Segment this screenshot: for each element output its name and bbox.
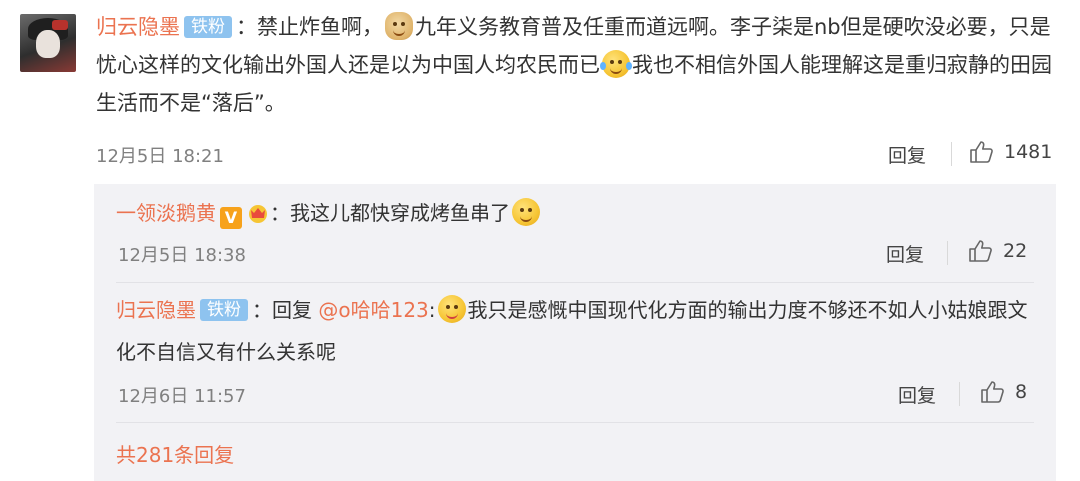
- reply-button[interactable]: 回复: [886, 240, 924, 267]
- like-count: 1481: [1004, 141, 1053, 163]
- action-divider: [951, 142, 952, 166]
- fan-badge[interactable]: 铁粉: [200, 299, 248, 321]
- reply-button[interactable]: 回复: [898, 381, 936, 408]
- vip-icon[interactable]: V: [220, 207, 242, 229]
- comment-timestamp: 12月5日 18:21: [96, 146, 224, 167]
- replies-panel: 一领淡鹅黄 V ：我这儿都快穿成烤鱼串了 12月5日 18:38 回复 22 归云…: [94, 184, 1056, 481]
- like-count: 8: [1015, 381, 1028, 403]
- colon-separator: ：: [252, 298, 272, 322]
- comment-body: 归云隐墨 铁粉 ：禁止炸鱼啊， 九年义务教育普及任重而道远啊。李子柒是nb但是硬吹没必…: [96, 8, 1056, 122]
- reply-username[interactable]: 一领淡鹅黄: [116, 201, 216, 225]
- doge-emoji-icon: [385, 12, 413, 40]
- like-button[interactable]: 1481: [968, 139, 1052, 165]
- thumbs-up-icon: [969, 240, 992, 262]
- reply-divider: [116, 282, 1034, 283]
- reply-timestamp: 12月6日 11:57: [118, 386, 246, 407]
- colon-separator: ：: [270, 201, 290, 225]
- reply-divider: [116, 422, 1034, 423]
- reply-username[interactable]: 归云隐墨: [116, 298, 196, 322]
- smile-emoji-icon: [512, 198, 540, 226]
- action-divider: [959, 382, 960, 406]
- comment-text-part1: 禁止炸鱼啊，: [257, 15, 383, 39]
- like-button[interactable]: 22: [967, 238, 1027, 264]
- crown-icon[interactable]: [246, 197, 270, 223]
- thumbs-up-icon: [970, 141, 993, 163]
- like-count: 22: [1003, 240, 1028, 262]
- action-divider: [947, 241, 948, 265]
- reply-body: 归云隐墨 铁粉 ：回复 @o哈哈123: 我只是感慨中国现代化方面的输出力度不够还不如…: [116, 289, 1036, 373]
- laugh-cry-emoji-icon: [600, 50, 632, 78]
- like-button[interactable]: 8: [979, 379, 1027, 405]
- colon-separator: ：: [236, 15, 257, 39]
- reply-text: 我这儿都快穿成烤鱼串了: [290, 201, 510, 225]
- mention-colon: :: [428, 298, 436, 322]
- comment-username[interactable]: 归云隐墨: [96, 15, 180, 39]
- mention-link[interactable]: @o哈哈123: [318, 298, 428, 322]
- thumbs-up-icon: [981, 381, 1004, 403]
- reply-body: 一领淡鹅黄 V ：我这儿都快穿成烤鱼串了: [116, 192, 1036, 234]
- hungry-emoji-icon: [437, 295, 466, 323]
- reply-button[interactable]: 回复: [888, 141, 926, 168]
- avatar[interactable]: [20, 14, 76, 72]
- reply-prefix: 回复: [272, 298, 312, 322]
- fan-badge[interactable]: 铁粉: [184, 16, 232, 38]
- reply-timestamp: 12月5日 18:38: [118, 245, 246, 266]
- view-all-replies-link[interactable]: 共281条回复: [116, 439, 234, 468]
